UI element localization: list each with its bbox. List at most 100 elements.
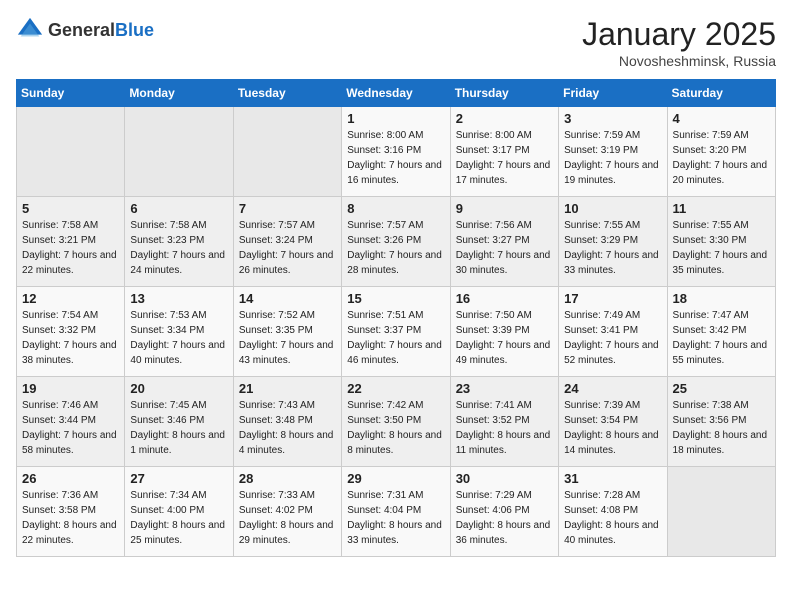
day-number: 11 <box>673 201 770 216</box>
day-info: Sunrise: 7:56 AMSunset: 3:27 PMDaylight:… <box>456 220 551 276</box>
day-number: 14 <box>239 291 336 306</box>
day-info: Sunrise: 7:39 AMSunset: 3:54 PMDaylight:… <box>564 400 659 456</box>
day-info: Sunrise: 7:57 AMSunset: 3:24 PMDaylight:… <box>239 220 334 276</box>
table-row: 28 Sunrise: 7:33 AMSunset: 4:02 PMDayligh… <box>233 467 341 557</box>
calendar-body: 1Sunrise: 8:00 AMSunset: 3:16 PMDaylight… <box>17 107 776 557</box>
table-row: 5 Sunrise: 7:58 AMSunset: 3:21 PMDaylight… <box>17 197 125 287</box>
day-number: 27 <box>130 471 227 486</box>
table-row: 24 Sunrise: 7:39 AMSunset: 3:54 PMDayligh… <box>559 377 667 467</box>
day-info: Sunrise: 7:55 AMSunset: 3:29 PMDaylight:… <box>564 220 659 276</box>
table-row: 14 Sunrise: 7:52 AMSunset: 3:35 PMDayligh… <box>233 287 341 377</box>
table-row: 31 Sunrise: 7:28 AMSunset: 4:08 PMDayligh… <box>559 467 667 557</box>
header-friday: Friday <box>559 80 667 107</box>
table-row: 26 Sunrise: 7:36 AMSunset: 3:58 PMDayligh… <box>17 467 125 557</box>
day-number: 29 <box>347 471 444 486</box>
table-row: 27 Sunrise: 7:34 AMSunset: 4:00 PMDayligh… <box>125 467 233 557</box>
table-row: 17Sunrise: 7:49 AMSunset: 3:41 PMDayligh… <box>559 287 667 377</box>
day-info: Sunrise: 7:45 AMSunset: 3:46 PMDaylight:… <box>130 400 225 456</box>
calendar-title: January 2025 <box>582 16 776 53</box>
day-info: Sunrise: 7:51 AMSunset: 3:37 PMDaylight:… <box>347 310 442 366</box>
calendar-header: Sunday Monday Tuesday Wednesday Thursday… <box>17 80 776 107</box>
table-row: 4 Sunrise: 7:59 AMSunset: 3:20 PMDaylight… <box>667 107 775 197</box>
header-thursday: Thursday <box>450 80 558 107</box>
table-row: 13Sunrise: 7:53 AMSunset: 3:34 PMDayligh… <box>125 287 233 377</box>
table-row: 23Sunrise: 7:41 AMSunset: 3:52 PMDayligh… <box>450 377 558 467</box>
day-number: 26 <box>22 471 119 486</box>
day-number: 1 <box>347 111 444 126</box>
day-info: Sunrise: 7:31 AMSunset: 4:04 PMDaylight:… <box>347 490 442 546</box>
day-info: Sunrise: 7:50 AMSunset: 3:39 PMDaylight:… <box>456 310 551 366</box>
day-info: Sunrise: 7:34 AMSunset: 4:00 PMDaylight:… <box>130 490 225 546</box>
table-row: 16Sunrise: 7:50 AMSunset: 3:39 PMDayligh… <box>450 287 558 377</box>
day-number: 8 <box>347 201 444 216</box>
day-number: 28 <box>239 471 336 486</box>
day-number: 19 <box>22 381 119 396</box>
day-info: Sunrise: 7:59 AMSunset: 3:19 PMDaylight:… <box>564 130 659 186</box>
table-row <box>125 107 233 197</box>
day-info: Sunrise: 7:42 AMSunset: 3:50 PMDaylight:… <box>347 400 442 456</box>
day-info: Sunrise: 7:41 AMSunset: 3:52 PMDaylight:… <box>456 400 551 456</box>
table-row: 3 Sunrise: 7:59 AMSunset: 3:19 PMDaylight… <box>559 107 667 197</box>
logo-icon <box>16 16 44 44</box>
table-row: 25 Sunrise: 7:38 AMSunset: 3:56 PMDayligh… <box>667 377 775 467</box>
day-info: Sunrise: 7:59 AMSunset: 3:20 PMDaylight:… <box>673 130 768 186</box>
day-number: 9 <box>456 201 553 216</box>
table-row: 12 Sunrise: 7:54 AMSunset: 3:32 PMDayligh… <box>17 287 125 377</box>
day-number: 12 <box>22 291 119 306</box>
day-info: Sunrise: 7:53 AMSunset: 3:34 PMDaylight:… <box>130 310 225 366</box>
day-number: 5 <box>22 201 119 216</box>
day-number: 25 <box>673 381 770 396</box>
table-row: 29 Sunrise: 7:31 AMSunset: 4:04 PMDayligh… <box>342 467 450 557</box>
day-info: Sunrise: 7:57 AMSunset: 3:26 PMDaylight:… <box>347 220 442 276</box>
table-row: 21 Sunrise: 7:43 AMSunset: 3:48 PMDayligh… <box>233 377 341 467</box>
day-info: Sunrise: 7:46 AMSunset: 3:44 PMDaylight:… <box>22 400 117 456</box>
table-row: 7Sunrise: 7:57 AMSunset: 3:24 PMDaylight… <box>233 197 341 287</box>
day-number: 17 <box>564 291 661 306</box>
header-tuesday: Tuesday <box>233 80 341 107</box>
table-row: 1Sunrise: 8:00 AMSunset: 3:16 PMDaylight… <box>342 107 450 197</box>
title-block: January 2025 Novosheshminsk, Russia <box>582 16 776 69</box>
table-row: 18Sunrise: 7:47 AMSunset: 3:42 PMDayligh… <box>667 287 775 377</box>
table-row: 9 Sunrise: 7:56 AMSunset: 3:27 PMDaylight… <box>450 197 558 287</box>
day-info: Sunrise: 8:00 AMSunset: 3:17 PMDaylight:… <box>456 130 551 186</box>
page-header: GeneralBlue January 2025 Novosheshminsk,… <box>16 16 776 69</box>
day-number: 31 <box>564 471 661 486</box>
day-number: 30 <box>456 471 553 486</box>
day-info: Sunrise: 7:29 AMSunset: 4:06 PMDaylight:… <box>456 490 551 546</box>
day-number: 21 <box>239 381 336 396</box>
day-info: Sunrise: 7:36 AMSunset: 3:58 PMDaylight:… <box>22 490 117 546</box>
table-row: 30 Sunrise: 7:29 AMSunset: 4:06 PMDayligh… <box>450 467 558 557</box>
table-row: 8 Sunrise: 7:57 AMSunset: 3:26 PMDaylight… <box>342 197 450 287</box>
header-saturday: Saturday <box>667 80 775 107</box>
day-number: 3 <box>564 111 661 126</box>
table-row: 6 Sunrise: 7:58 AMSunset: 3:23 PMDaylight… <box>125 197 233 287</box>
day-info: Sunrise: 7:28 AMSunset: 4:08 PMDaylight:… <box>564 490 659 546</box>
day-number: 24 <box>564 381 661 396</box>
day-info: Sunrise: 7:52 AMSunset: 3:35 PMDaylight:… <box>239 310 334 366</box>
day-info: Sunrise: 7:54 AMSunset: 3:32 PMDaylight:… <box>22 310 117 366</box>
day-number: 15 <box>347 291 444 306</box>
header-monday: Monday <box>125 80 233 107</box>
logo-general: General <box>48 20 115 40</box>
day-number: 22 <box>347 381 444 396</box>
day-number: 10 <box>564 201 661 216</box>
table-row <box>667 467 775 557</box>
table-row: 20 Sunrise: 7:45 AMSunset: 3:46 PMDayligh… <box>125 377 233 467</box>
day-info: Sunrise: 7:38 AMSunset: 3:56 PMDaylight:… <box>673 400 768 456</box>
day-info: Sunrise: 7:43 AMSunset: 3:48 PMDaylight:… <box>239 400 334 456</box>
table-row: 19 Sunrise: 7:46 AMSunset: 3:44 PMDayligh… <box>17 377 125 467</box>
day-info: Sunrise: 7:33 AMSunset: 4:02 PMDaylight:… <box>239 490 334 546</box>
table-row: 10 Sunrise: 7:55 AMSunset: 3:29 PMDayligh… <box>559 197 667 287</box>
day-info: Sunrise: 7:58 AMSunset: 3:23 PMDaylight:… <box>130 220 225 276</box>
calendar-subtitle: Novosheshminsk, Russia <box>582 53 776 69</box>
day-info: Sunrise: 7:47 AMSunset: 3:42 PMDaylight:… <box>673 310 768 366</box>
day-number: 4 <box>673 111 770 126</box>
day-number: 20 <box>130 381 227 396</box>
day-number: 6 <box>130 201 227 216</box>
table-row: 15 Sunrise: 7:51 AMSunset: 3:37 PMDayligh… <box>342 287 450 377</box>
day-info: Sunrise: 7:58 AMSunset: 3:21 PMDaylight:… <box>22 220 117 276</box>
day-info: Sunrise: 7:55 AMSunset: 3:30 PMDaylight:… <box>673 220 768 276</box>
table-row: 11 Sunrise: 7:55 AMSunset: 3:30 PMDayligh… <box>667 197 775 287</box>
header-wednesday: Wednesday <box>342 80 450 107</box>
table-row: 2Sunrise: 8:00 AMSunset: 3:17 PMDaylight… <box>450 107 558 197</box>
